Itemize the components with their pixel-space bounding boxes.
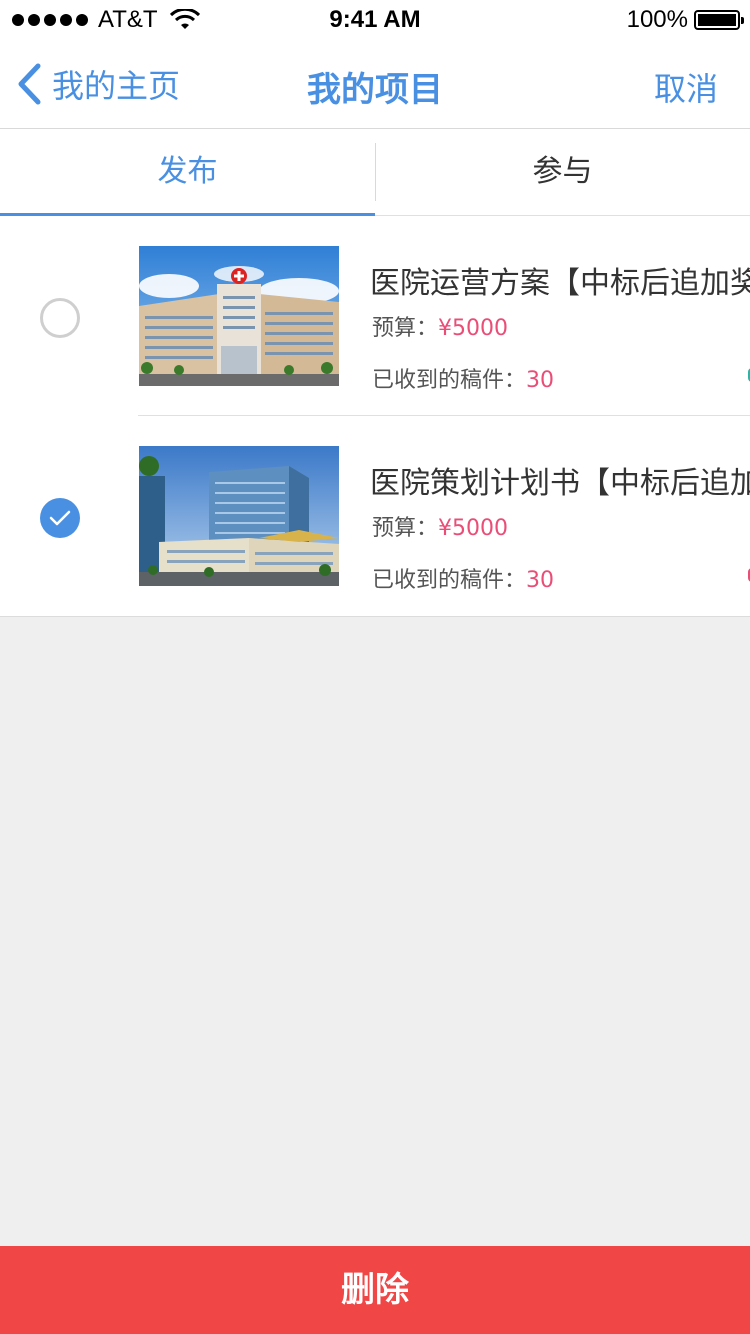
battery-percentage: 100% (626, 6, 688, 33)
hospital-image (139, 246, 339, 386)
tab-divider (375, 143, 376, 201)
battery-icon (694, 10, 744, 30)
item-budget: 预算：¥5000 (372, 310, 508, 342)
status-right: 100% (626, 6, 744, 34)
received-value: 30 (526, 368, 555, 393)
back-label: 我的主页 (52, 67, 181, 105)
budget-label: 预算： (372, 516, 439, 541)
segment-tabs: 发布 参与 (0, 129, 750, 216)
received-value: 30 (526, 568, 555, 593)
delete-button[interactable]: 删除 (0, 1246, 750, 1334)
list-item[interactable]: 医院运营方案【中标后追加奖 预算：¥5000 已收到的稿件：30 (0, 216, 750, 416)
received-label: 已收到的稿件： (372, 568, 527, 593)
cancel-button[interactable]: 取消 (654, 64, 718, 110)
checked-circle-icon[interactable] (40, 498, 80, 538)
item-budget: 预算：¥5000 (372, 510, 508, 542)
item-received: 已收到的稿件：30 (372, 562, 554, 594)
budget-label: 预算： (372, 316, 439, 341)
item-title: 医院运营方案【中标后追加奖 (370, 266, 750, 301)
tab-participate[interactable]: 参与 (375, 129, 750, 215)
list-item[interactable]: 医院策划计划书【中标后追加 预算：¥5000 已收到的稿件：30 (0, 416, 750, 616)
item-title: 医院策划计划书【中标后追加 (370, 466, 750, 501)
unchecked-circle-icon[interactable] (40, 298, 80, 338)
item-received: 已收到的稿件：30 (372, 362, 554, 394)
received-label: 已收到的稿件： (372, 368, 527, 393)
hospital-image (139, 446, 339, 586)
budget-value: ¥5000 (438, 516, 509, 541)
checkmark-icon (49, 510, 71, 526)
back-button[interactable]: 我的主页 (16, 60, 180, 108)
status-bar: AT&T 9:41 AM 100% (0, 0, 750, 40)
tab-publish[interactable]: 发布 (0, 129, 375, 216)
chevron-left-icon (18, 63, 41, 105)
project-list: 医院运营方案【中标后追加奖 预算：¥5000 已收到的稿件：30 医院策划计划书… (0, 216, 750, 617)
navigation-bar: 我的主页 我的项目 取消 (0, 40, 750, 129)
budget-value: ¥5000 (438, 316, 509, 341)
